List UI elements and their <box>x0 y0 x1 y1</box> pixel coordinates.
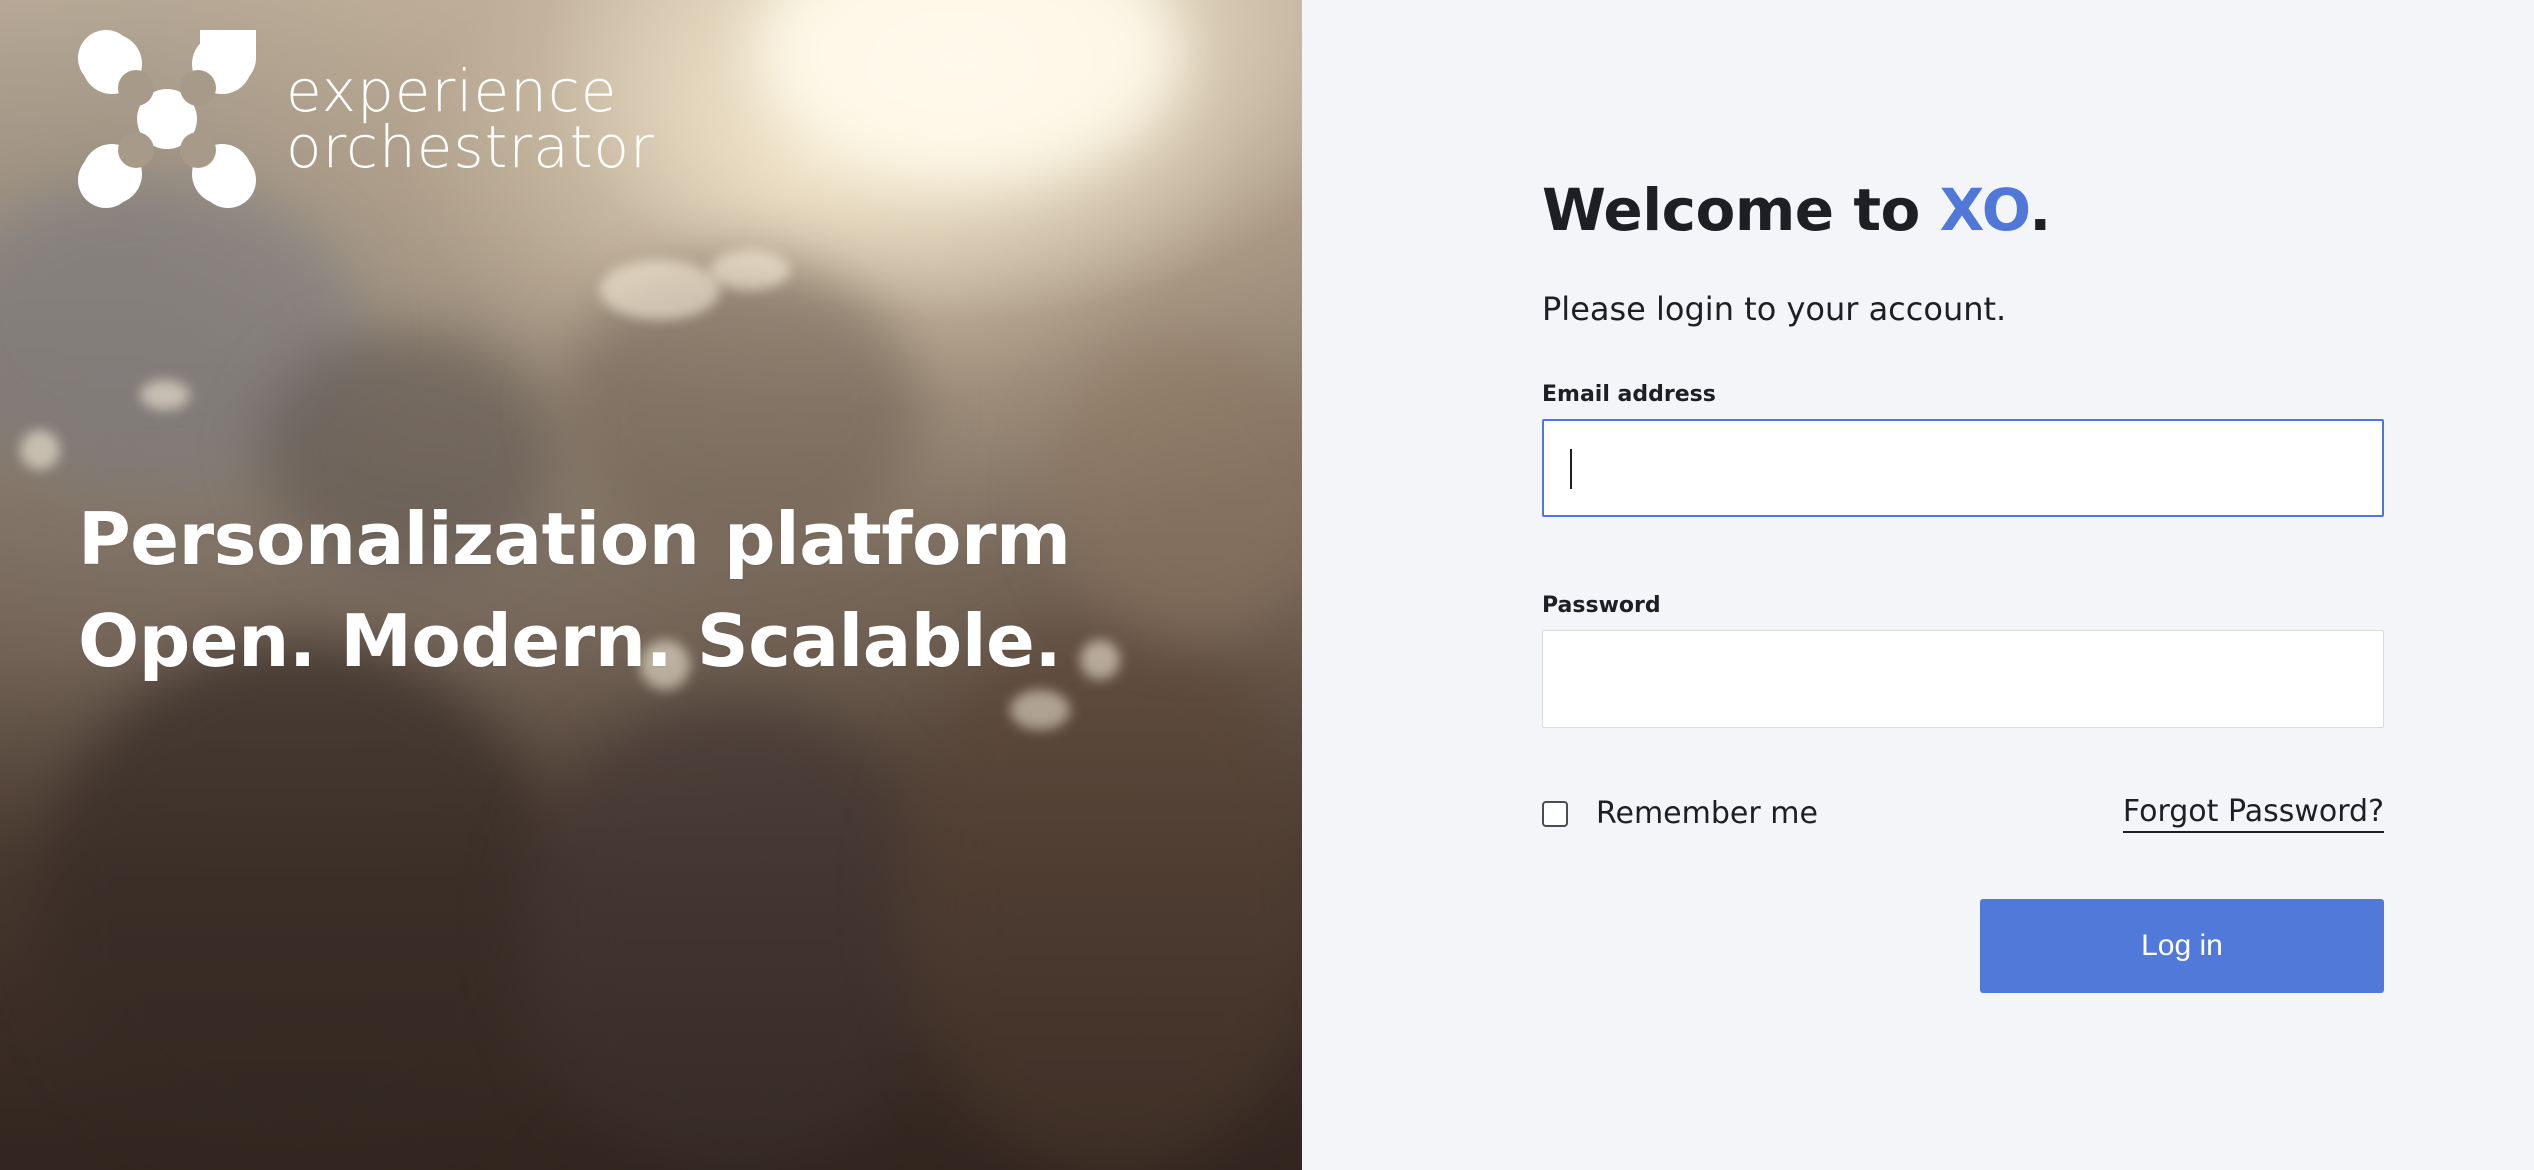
login-page: experience orchestrator Personalization … <box>0 0 2534 1170</box>
email-input-wrap <box>1542 419 2384 517</box>
xo-logo-icon <box>78 30 256 208</box>
page-title: Welcome to XO. <box>1542 170 2384 250</box>
bokeh-light <box>600 260 720 320</box>
password-field-group: Password <box>1542 593 2384 728</box>
hero-tagline: Personalization platform Open. Modern. S… <box>78 488 1071 692</box>
bokeh-light <box>20 430 60 470</box>
email-label: Email address <box>1542 382 1716 407</box>
login-subtitle: Please login to your account. <box>1542 290 2007 328</box>
logo-line-1: experience <box>286 57 618 125</box>
bokeh-light <box>710 250 790 290</box>
text-caret <box>1570 449 1572 489</box>
background-blur-shape <box>1050 340 1302 640</box>
email-input[interactable] <box>1542 419 2384 517</box>
logo-wordmark: experience orchestrator <box>286 57 655 181</box>
tagline-line-1: Personalization platform <box>78 497 1071 581</box>
logo: experience orchestrator <box>78 30 655 208</box>
tagline-line-2: Open. Modern. Scalable. <box>78 599 1062 683</box>
login-button[interactable]: Log in <box>1980 899 2384 993</box>
remember-me-label[interactable]: Remember me <box>1596 796 1818 831</box>
title-prefix: Welcome to <box>1542 176 1940 244</box>
forgot-password-link[interactable]: Forgot Password? <box>2122 794 2384 833</box>
login-options: Remember me Forgot Password? <box>1542 794 2384 833</box>
remember-me[interactable]: Remember me <box>1542 796 1818 831</box>
password-label: Password <box>1542 593 1661 618</box>
form-actions: Log in <box>1542 899 2384 993</box>
title-suffix: . <box>2029 176 2051 244</box>
title-brand: XO <box>1939 176 2030 244</box>
login-panel: Welcome to XO. Please login to your acco… <box>1302 0 2534 1170</box>
password-input[interactable] <box>1542 630 2384 728</box>
remember-me-checkbox[interactable] <box>1542 800 1568 827</box>
hero-panel: experience orchestrator Personalization … <box>0 0 1302 1170</box>
email-field-group: Email address <box>1542 382 2384 517</box>
background-light-shape <box>760 0 1180 180</box>
hero-shade <box>0 650 1302 1170</box>
logo-line-2: orchestrator <box>286 113 655 181</box>
login-form: Welcome to XO. Please login to your acco… <box>1542 170 2384 993</box>
bokeh-light <box>140 380 190 410</box>
